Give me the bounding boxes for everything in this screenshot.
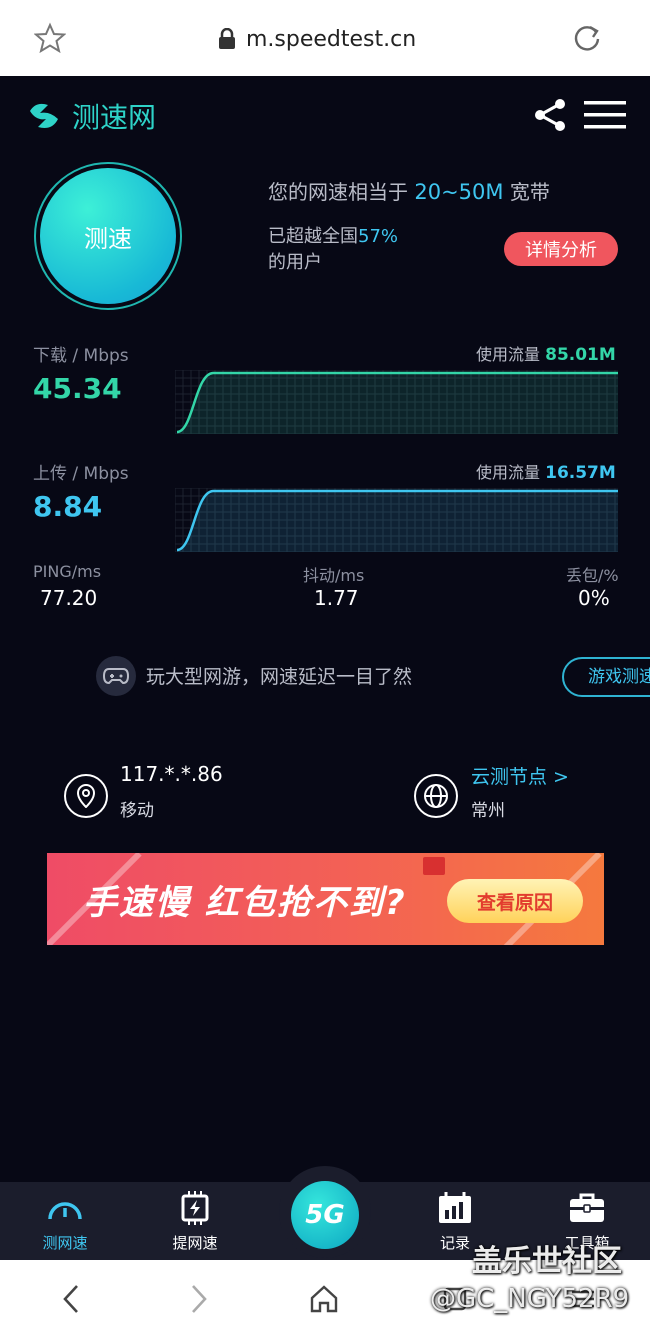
node-select-link[interactable]: 云测节点 > xyxy=(471,762,569,789)
logo-icon xyxy=(30,103,58,128)
jitter-label: 抖动/ms xyxy=(303,566,365,585)
beat-suffix: 的用户 xyxy=(268,252,322,273)
loss-value: 0% xyxy=(578,586,610,610)
speedometer-icon xyxy=(45,1190,85,1226)
bandwidth-value: 20~50M xyxy=(414,180,504,204)
location-icon xyxy=(64,774,108,818)
node-city: 常州 xyxy=(471,801,505,821)
download-usage: 使用流量 85.01M xyxy=(476,341,616,365)
ping-value: 77.20 xyxy=(40,586,98,610)
download-usage-value: 85.01M xyxy=(545,345,616,365)
share-icon[interactable] xyxy=(532,98,568,132)
banner-button[interactable]: 查看原因 xyxy=(447,879,583,923)
upload-label: 上传 / Mbps xyxy=(33,464,129,484)
home-icon[interactable] xyxy=(307,1282,341,1316)
logo-text: 测速网 xyxy=(72,101,157,134)
globe-icon xyxy=(414,774,458,818)
loss-label: 丢包/% xyxy=(566,566,619,585)
game-test-button[interactable]: 游戏测速 xyxy=(562,657,650,697)
promo-banner[interactable]: 手速慢 红包抢不到? 查看原因 xyxy=(47,853,604,945)
beat-summary: 已超越全国57% 的用户 xyxy=(268,224,398,276)
summary-suffix: 宽带 xyxy=(509,180,550,204)
upload-value: 8.84 xyxy=(33,490,103,523)
detail-analysis-button[interactable]: 详情分析 xyxy=(504,232,618,266)
upload-usage: 使用流量 16.57M xyxy=(476,459,616,483)
game-promo-text: 玩大型网游，网速延迟一目了然 xyxy=(146,666,413,688)
start-test-button[interactable]: 测速 xyxy=(40,168,176,304)
summary-prefix: 您的网速相当于 xyxy=(268,180,408,204)
nav-speed-test[interactable]: 测网速 xyxy=(20,1182,110,1260)
reload-icon[interactable] xyxy=(570,22,604,56)
url-text: m.speedtest.cn xyxy=(246,26,417,52)
back-icon[interactable] xyxy=(54,1282,88,1316)
nav-5g-button[interactable]: 5G xyxy=(291,1181,359,1249)
bookmark-star-icon[interactable] xyxy=(34,22,66,54)
address-bar[interactable]: m.speedtest.cn xyxy=(218,24,416,54)
upload-usage-value: 16.57M xyxy=(545,463,616,483)
menu-icon[interactable] xyxy=(584,100,626,130)
nav-boost[interactable]: 提网速 xyxy=(150,1182,240,1260)
forward-icon[interactable] xyxy=(182,1282,216,1316)
jitter-value: 1.77 xyxy=(314,586,359,610)
records-chart-icon xyxy=(435,1190,475,1226)
beat-prefix: 已超越全国 xyxy=(268,226,358,247)
upload-graph-area xyxy=(177,491,618,552)
ip-address: 117.*.*.86 xyxy=(120,762,223,786)
isp-name: 移动 xyxy=(120,801,154,821)
red-envelope-icon xyxy=(423,857,445,875)
chip-icon xyxy=(175,1190,215,1226)
banner-title: 手速慢 红包抢不到? xyxy=(83,883,407,923)
app-logo[interactable]: 测速网 xyxy=(26,96,156,136)
download-graph-area xyxy=(177,373,618,434)
lock-icon xyxy=(219,28,235,49)
beat-percent: 57% xyxy=(358,226,399,247)
watermark-handle: @GC_NGY52R9 xyxy=(430,1284,630,1314)
browser-top-bar: m.speedtest.cn xyxy=(0,0,650,76)
bandwidth-summary: 您的网速相当于 20~50M 宽带 xyxy=(268,176,550,205)
download-usage-label: 使用流量 xyxy=(476,345,541,364)
upload-speed-graph xyxy=(175,488,618,552)
nav-label: 测网速 xyxy=(42,1234,88,1252)
nav-label: 提网速 xyxy=(172,1234,218,1252)
toolbox-icon xyxy=(567,1190,607,1226)
ping-label: PING/ms xyxy=(33,562,102,581)
download-value: 45.34 xyxy=(33,372,122,405)
gamepad-icon xyxy=(96,656,136,696)
download-speed-graph xyxy=(175,370,618,434)
upload-usage-label: 使用流量 xyxy=(476,463,541,482)
download-label: 下载 / Mbps xyxy=(33,346,129,366)
watermark-community: 盖乐世社区 xyxy=(472,1244,622,1279)
nav-label: 记录 xyxy=(439,1234,470,1252)
